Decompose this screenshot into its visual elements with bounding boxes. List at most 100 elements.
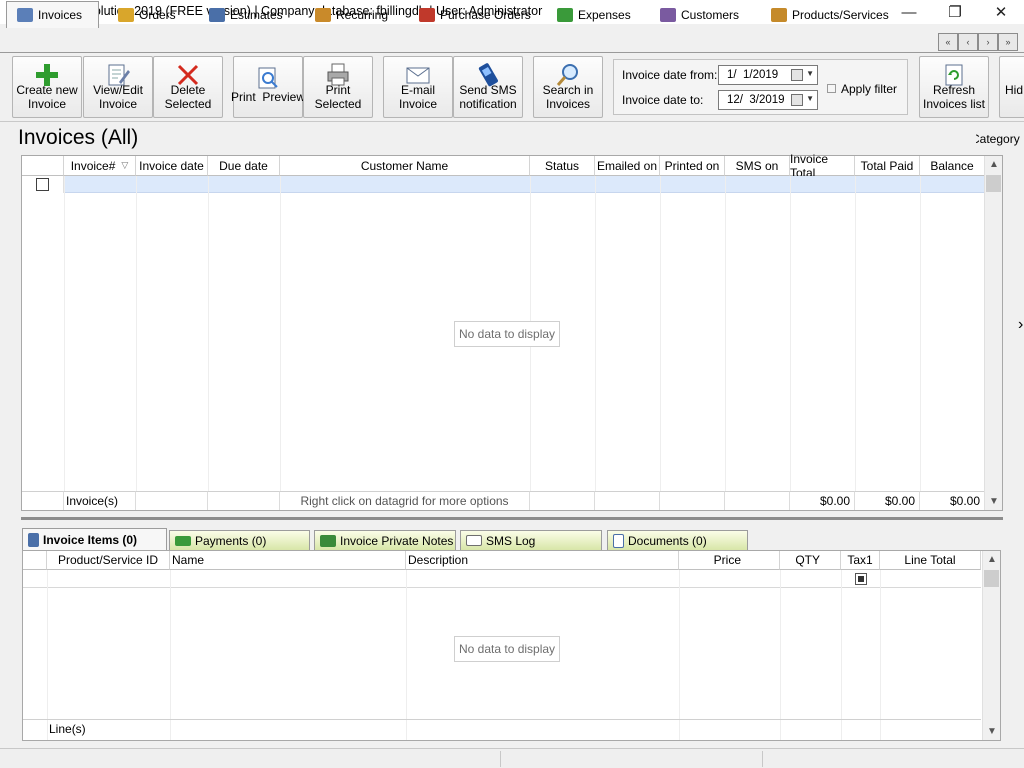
column-header-price[interactable]: Price	[679, 551, 780, 570]
column-header-balance[interactable]: Balance	[920, 156, 985, 176]
scroll-down-icon[interactable]: ▼	[987, 726, 997, 737]
new-row[interactable]	[64, 176, 985, 193]
date-to-picker[interactable]: 12/ 3/2019 ▼	[718, 90, 818, 110]
empty-message: No data to display	[454, 321, 561, 347]
invoice-items-grid[interactable]: Product/Service ID Name Description Pric…	[22, 550, 1001, 741]
tab-estimates[interactable]: Estimates	[209, 4, 283, 26]
money-icon	[175, 535, 191, 546]
restore-button[interactable]: ❐	[932, 0, 978, 24]
first-tab-button[interactable]: «	[938, 33, 958, 51]
status-bar	[0, 748, 1024, 768]
date-from-picker[interactable]: 1/ 1/2019 ▼	[718, 65, 818, 85]
column-header-description[interactable]: Description	[406, 551, 679, 570]
tab-payments[interactable]: Payments (0)	[169, 530, 310, 550]
scroll-down-icon[interactable]: ▼	[989, 496, 999, 507]
column-header-tax1[interactable]: Tax1	[841, 551, 880, 570]
tab-customers[interactable]: Customers	[660, 4, 739, 26]
items-new-row[interactable]	[23, 570, 981, 588]
notes-icon	[320, 534, 336, 547]
page-title: Invoices (All)	[18, 126, 139, 149]
footer-balance: $0.00	[920, 491, 985, 510]
refresh-icon	[945, 64, 963, 86]
column-header-name[interactable]: Name	[170, 551, 406, 570]
category-label[interactable]: Category	[976, 132, 1024, 146]
hide-button[interactable]: Hid	[999, 56, 1024, 118]
scroll-thumb[interactable]	[984, 570, 999, 587]
calendar-icon	[791, 94, 803, 106]
column-header-printed-on[interactable]: Printed on	[660, 156, 725, 176]
items-empty-message: No data to display	[454, 636, 561, 662]
column-header-customer-name[interactable]: Customer Name	[280, 156, 530, 176]
tab-invoice-items[interactable]: Invoice Items (0)	[22, 528, 167, 550]
close-button[interactable]: ✕	[978, 0, 1024, 24]
select-row-cell	[22, 176, 64, 193]
invoices-scrollbar[interactable]: ▲ ▼	[984, 156, 1002, 510]
sms-icon	[466, 535, 482, 546]
estimates-icon	[209, 8, 225, 22]
scroll-thumb[interactable]	[986, 175, 1001, 192]
tab-purchase-orders[interactable]: Purchase Orders	[419, 4, 531, 26]
plus-icon	[36, 64, 58, 86]
tab-sms-log[interactable]: SMS Log	[460, 530, 602, 550]
panel-splitter[interactable]	[21, 517, 1003, 520]
apply-filter-checkbox[interactable]	[827, 84, 836, 93]
column-header-invoice-total[interactable]: Invoice Total	[790, 152, 855, 180]
column-header-due-date[interactable]: Due date	[208, 156, 280, 176]
column-header-status[interactable]: Status	[530, 156, 595, 176]
money-icon	[557, 8, 573, 22]
envelope-icon	[406, 67, 430, 84]
items-scrollbar[interactable]: ▲ ▼	[982, 551, 1000, 740]
column-header-line-total[interactable]: Line Total	[880, 551, 981, 570]
footer-hint: Right click on datagrid for more options	[280, 491, 530, 510]
scroll-up-icon[interactable]: ▲	[989, 159, 999, 170]
recurring-icon	[315, 8, 331, 22]
last-tab-button[interactable]: »	[998, 33, 1018, 51]
next-tab-button[interactable]: ›	[978, 33, 998, 51]
column-header-total-paid[interactable]: Total Paid	[855, 156, 920, 176]
tab-recurring[interactable]: Recurring	[315, 4, 388, 26]
edit-document-icon	[108, 64, 130, 86]
tax1-checkbox[interactable]	[855, 573, 867, 585]
products-icon	[771, 8, 787, 22]
send-sms-button[interactable]: Send SMS notification	[453, 56, 523, 118]
minimize-button[interactable]: —	[886, 0, 932, 24]
print-preview-button[interactable]: Print Preview	[231, 56, 305, 118]
tab-invoices[interactable]: Invoices	[6, 1, 99, 28]
refresh-invoices-button[interactable]: Refresh Invoices list	[919, 56, 989, 118]
delete-icon	[177, 64, 199, 86]
delete-selected-button[interactable]: Delete Selected	[153, 56, 223, 118]
chevron-down-icon: ▼	[806, 69, 814, 78]
create-invoice-button[interactable]: Create new Invoice	[12, 56, 82, 118]
tab-invoice-private-notes[interactable]: Invoice Private Notes	[314, 530, 456, 550]
items-icon	[28, 532, 39, 547]
column-header-invoice-date[interactable]: Invoice date	[136, 156, 208, 176]
document-icon	[613, 533, 624, 548]
calendar-icon	[791, 69, 803, 81]
tab-orders[interactable]: Orders	[118, 4, 176, 26]
print-preview-icon	[258, 67, 278, 89]
scroll-up-icon[interactable]: ▲	[987, 554, 997, 565]
select-column-header	[22, 156, 64, 176]
customers-icon	[660, 8, 676, 22]
footer-invoice-total: $0.00	[790, 491, 855, 510]
search-invoices-button[interactable]: Search in Invoices	[533, 56, 603, 118]
footer-invoice-count: Invoice(s)	[64, 491, 136, 510]
tab-documents[interactable]: Documents (0)	[607, 530, 748, 550]
tab-products-services[interactable]: Products/Services	[771, 4, 889, 26]
column-header-emailed-on[interactable]: Emailed on	[595, 156, 660, 176]
invoices-grid[interactable]: Invoice# ▽ Invoice date Due date Customer…	[21, 152, 1003, 511]
column-header-invoice-number[interactable]: Invoice# ▽	[64, 156, 136, 176]
print-selected-button[interactable]: Print Selected	[303, 56, 373, 118]
column-header-qty[interactable]: QTY	[780, 551, 841, 570]
select-all-checkbox[interactable]	[36, 178, 49, 191]
date-to-label: Invoice date to:	[622, 93, 704, 107]
tab-expenses[interactable]: Expenses	[557, 4, 631, 26]
phone-icon	[478, 63, 498, 87]
previous-tab-button[interactable]: ‹	[958, 33, 978, 51]
email-invoice-button[interactable]: E-mail Invoice	[383, 56, 453, 118]
column-header-sms-on[interactable]: SMS on	[725, 156, 790, 176]
printer-icon	[327, 63, 349, 86]
mouse-cursor-icon: ›	[1018, 316, 1024, 333]
column-header-product-id[interactable]: Product/Service ID	[47, 551, 170, 570]
view-edit-invoice-button[interactable]: View/Edit Invoice	[83, 56, 153, 118]
